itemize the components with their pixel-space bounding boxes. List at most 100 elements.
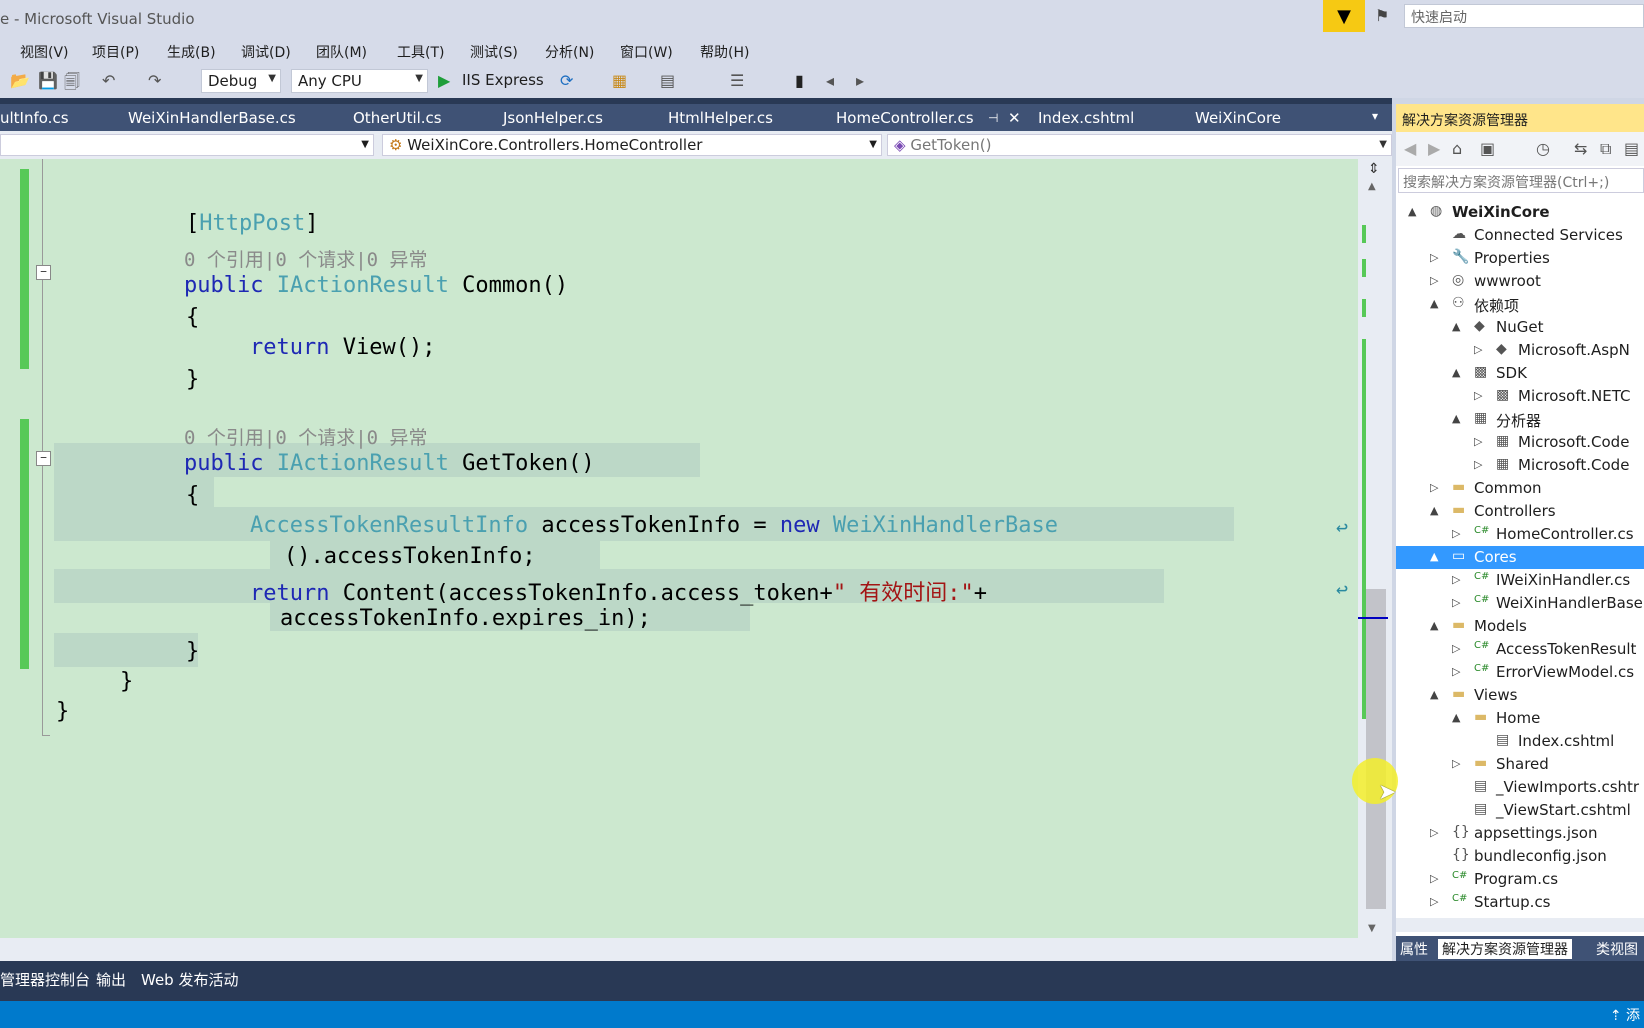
- expand-arrow-icon[interactable]: ▲: [1452, 711, 1460, 724]
- tree-item[interactable]: ▷ C# ErrorViewModel.cs: [1396, 661, 1644, 684]
- horizontal-scrollbar[interactable]: [0, 938, 1392, 961]
- codelens-gettoken[interactable]: 0 个引用|0 个请求|0 异常: [184, 423, 428, 450]
- collapsed-arrow-icon[interactable]: ▷: [1474, 343, 1482, 356]
- switch-views-icon[interactable]: ▣: [1480, 139, 1495, 158]
- tree-item[interactable]: ▷ ▩ Microsoft.NETC: [1396, 385, 1644, 408]
- collapsed-arrow-icon[interactable]: ▷: [1430, 826, 1438, 839]
- back-icon[interactable]: ◀: [1404, 139, 1416, 158]
- tree-item[interactable]: ▷ C# IWeiXinHandler.cs: [1396, 569, 1644, 592]
- save-icon[interactable]: 💾: [38, 71, 58, 90]
- bookmark-icon[interactable]: ▮: [795, 71, 804, 90]
- config-select[interactable]: Debug ▼: [201, 69, 281, 93]
- indent-icon[interactable]: ☰: [730, 71, 744, 90]
- quick-launch-input[interactable]: 快速启动: [1404, 4, 1644, 28]
- tree-item[interactable]: ☁ Connected Services: [1396, 224, 1644, 247]
- tab-ultinfo[interactable]: ultInfo.cs: [0, 109, 69, 127]
- home-icon[interactable]: ⌂: [1452, 139, 1462, 158]
- expand-arrow-icon[interactable]: ▲: [1452, 320, 1460, 333]
- tab-jsonhelper[interactable]: JsonHelper.cs: [503, 109, 603, 127]
- scroll-thumb[interactable]: [1366, 589, 1386, 909]
- collapse-gettoken-icon[interactable]: −: [36, 451, 51, 466]
- tab-otherutil[interactable]: OtherUtil.cs: [353, 109, 442, 127]
- play-icon[interactable]: ▶: [438, 71, 450, 90]
- menu-build[interactable]: 生成(B): [167, 42, 216, 62]
- tree-item[interactable]: ▲ ▦ 分析器: [1396, 408, 1644, 431]
- tab-weixinhandlerbase[interactable]: WeiXinHandlerBase.cs: [128, 109, 296, 127]
- tree-item[interactable]: {} bundleconfig.json: [1396, 845, 1644, 868]
- show-all-files-icon[interactable]: ▤: [1624, 139, 1639, 158]
- tab-properties[interactable]: 属性: [1400, 939, 1428, 959]
- prev-bookmark-icon[interactable]: ◂: [826, 71, 834, 90]
- tree-item[interactable]: ▲ ◆ NuGet: [1396, 316, 1644, 339]
- tree-item[interactable]: ▲ ▭ Cores: [1396, 546, 1644, 569]
- collapsed-arrow-icon[interactable]: ▷: [1452, 757, 1460, 770]
- tab-homecontroller[interactable]: HomeController.cs: [836, 109, 974, 127]
- expand-arrow-icon[interactable]: ▲: [1452, 412, 1460, 425]
- open-folder-icon[interactable]: 📂: [10, 71, 30, 90]
- collapse-common-icon[interactable]: −: [36, 265, 51, 280]
- collapsed-arrow-icon[interactable]: ▷: [1474, 389, 1482, 402]
- tree-item[interactable]: ▷ ◎ wwwroot: [1396, 270, 1644, 293]
- menu-tools[interactable]: 工具(T): [397, 42, 444, 62]
- tab-htmlhelper[interactable]: HtmlHelper.cs: [668, 109, 773, 127]
- project-dropdown[interactable]: ▼: [0, 134, 374, 156]
- scroll-up-icon[interactable]: ▲: [1368, 181, 1376, 192]
- next-bookmark-icon[interactable]: ▸: [856, 71, 864, 90]
- menu-window[interactable]: 窗口(W): [620, 42, 673, 62]
- collapsed-arrow-icon[interactable]: ▷: [1430, 251, 1438, 264]
- collapsed-arrow-icon[interactable]: ▷: [1452, 665, 1460, 678]
- save-all-icon[interactable]: 🗐: [64, 71, 80, 98]
- tree-item[interactable]: ▲ ⚇ 依赖项: [1396, 293, 1644, 316]
- expand-arrow-icon[interactable]: ▲: [1452, 366, 1460, 379]
- collapsed-arrow-icon[interactable]: ▷: [1430, 481, 1438, 494]
- close-tab-icon[interactable]: ✕: [1008, 109, 1021, 127]
- menu-analyze[interactable]: 分析(N): [545, 42, 594, 62]
- tree-item[interactable]: ▤ _ViewStart.cshtml: [1396, 799, 1644, 822]
- forward-icon[interactable]: ▶: [1428, 139, 1440, 158]
- member-dropdown[interactable]: ◈ GetToken() ▼: [887, 134, 1392, 156]
- menu-team[interactable]: 团队(M): [316, 42, 367, 62]
- tree-item[interactable]: ▷ C# WeiXinHandlerBase: [1396, 592, 1644, 615]
- tree-item[interactable]: ▲ ▬ Controllers: [1396, 500, 1644, 523]
- tree-item[interactable]: ▷ ◆ Microsoft.AspN: [1396, 339, 1644, 362]
- tree-item[interactable]: ▤ Index.cshtml: [1396, 730, 1644, 753]
- class-dropdown[interactable]: ⚙ WeiXinCore.Controllers.HomeController ▼: [382, 134, 882, 156]
- sync-icon[interactable]: ⇆: [1574, 139, 1587, 158]
- tree-item[interactable]: ▷ C# Program.cs: [1396, 868, 1644, 891]
- tab-weixincore[interactable]: WeiXinCore: [1195, 109, 1281, 127]
- platform-select[interactable]: Any CPU ▼: [291, 69, 428, 93]
- menu-help[interactable]: 帮助(H): [700, 42, 749, 62]
- collapsed-arrow-icon[interactable]: ▷: [1452, 642, 1460, 655]
- collapsed-arrow-icon[interactable]: ▷: [1430, 895, 1438, 908]
- run-target-button[interactable]: IIS Express: [462, 71, 544, 89]
- browser-link-icon[interactable]: ▦: [612, 71, 627, 90]
- expand-arrow-icon[interactable]: ▲: [1430, 688, 1438, 701]
- tree-item[interactable]: ▷ ▬ Shared: [1396, 753, 1644, 776]
- undo-icon[interactable]: ↶: [102, 71, 115, 90]
- split-icon[interactable]: ⇕: [1368, 161, 1380, 177]
- tab-output[interactable]: 输出: [96, 969, 126, 990]
- vertical-scrollbar[interactable]: ⇕ ▲ ▼: [1358, 159, 1392, 938]
- menu-test[interactable]: 测试(S): [470, 42, 518, 62]
- tree-item[interactable]: ▲ ▬ Views: [1396, 684, 1644, 707]
- feedback-icon[interactable]: ⚑: [1375, 6, 1389, 25]
- collapsed-arrow-icon[interactable]: ▷: [1474, 458, 1482, 471]
- collapsed-arrow-icon[interactable]: ▷: [1452, 596, 1460, 609]
- code-editor[interactable]: − − [HttpPost] 0 个引用|0 个请求|0 异常 public I…: [0, 159, 1358, 938]
- tree-item[interactable]: ▷ C# AccessTokenResult: [1396, 638, 1644, 661]
- tree-item[interactable]: ▷ ▦ Microsoft.Code: [1396, 431, 1644, 454]
- tree-item[interactable]: ▷ ▬ Common: [1396, 477, 1644, 500]
- tab-solution-explorer[interactable]: 解决方案资源管理器: [1438, 939, 1572, 959]
- menu-debug[interactable]: 调试(D): [241, 42, 291, 62]
- expand-arrow-icon[interactable]: ▲: [1430, 619, 1438, 632]
- menu-project[interactable]: 项目(P): [92, 42, 139, 62]
- expand-arrow-icon[interactable]: ▲: [1430, 504, 1438, 517]
- tree-item[interactable]: ▷ {} appsettings.json: [1396, 822, 1644, 845]
- notification-filter-icon[interactable]: ▼: [1323, 0, 1365, 32]
- tab-web-publish-activity[interactable]: Web 发布活动: [141, 969, 238, 990]
- tree-item[interactable]: ▲ ◍ WeiXinCore: [1396, 201, 1644, 224]
- tab-overflow-icon[interactable]: ▾: [1372, 109, 1378, 123]
- pin-icon[interactable]: ⊣: [988, 111, 998, 125]
- expand-arrow-icon[interactable]: ▲: [1430, 297, 1438, 310]
- tab-class-view[interactable]: 类视图: [1596, 939, 1638, 959]
